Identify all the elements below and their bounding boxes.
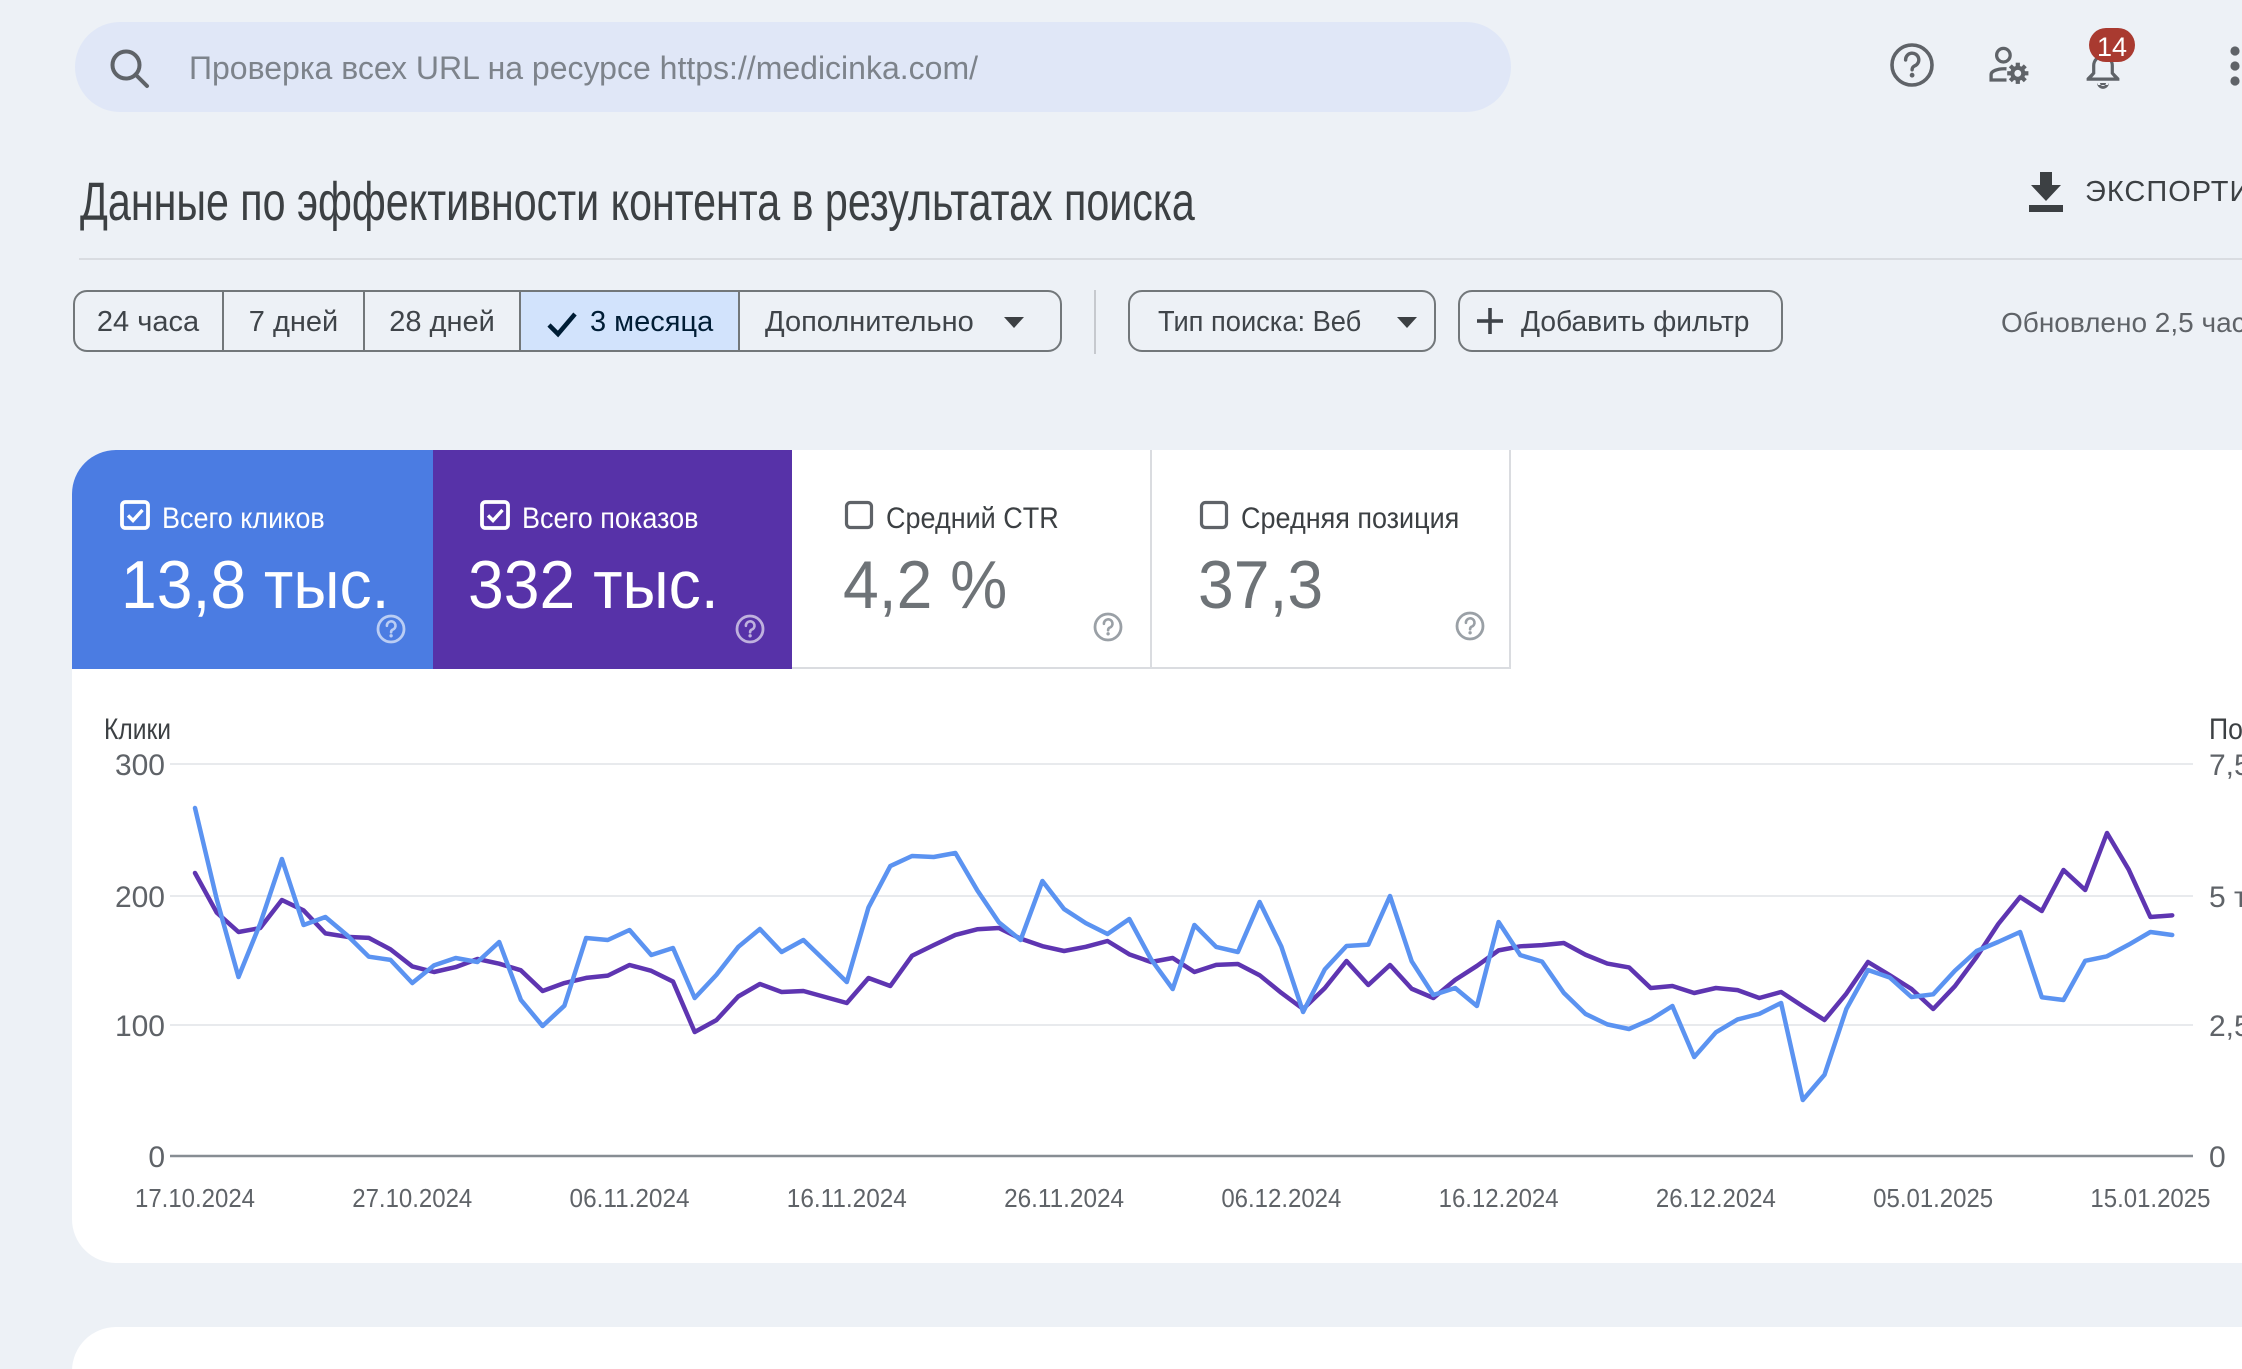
svg-text:26.11.2024: 26.11.2024 [1004,1183,1124,1213]
svg-text:5 тыс.: 5 тыс. [2209,881,2242,914]
svg-text:300: 300 [115,749,165,782]
svg-text:05.01.2025: 05.01.2025 [1873,1183,1993,1213]
svg-text:200: 200 [115,881,165,914]
svg-text:27.10.2024: 27.10.2024 [352,1183,472,1213]
svg-text:Клики: Клики [104,713,171,746]
svg-text:0: 0 [148,1141,165,1174]
svg-text:15.01.2025: 15.01.2025 [2090,1183,2210,1213]
svg-text:17.10.2024: 17.10.2024 [135,1183,255,1213]
svg-text:Показы: Показы [2209,713,2242,746]
svg-text:26.12.2024: 26.12.2024 [1656,1183,1776,1213]
svg-text:06.12.2024: 06.12.2024 [1221,1183,1341,1213]
svg-text:16.11.2024: 16.11.2024 [787,1183,907,1213]
svg-text:2,5 тыс.: 2,5 тыс. [2209,1010,2242,1043]
svg-text:16.12.2024: 16.12.2024 [1439,1183,1559,1213]
svg-text:0: 0 [2209,1141,2226,1174]
svg-text:7,5 тыс.: 7,5 тыс. [2209,749,2242,782]
svg-text:06.11.2024: 06.11.2024 [570,1183,690,1213]
svg-text:100: 100 [115,1010,165,1043]
